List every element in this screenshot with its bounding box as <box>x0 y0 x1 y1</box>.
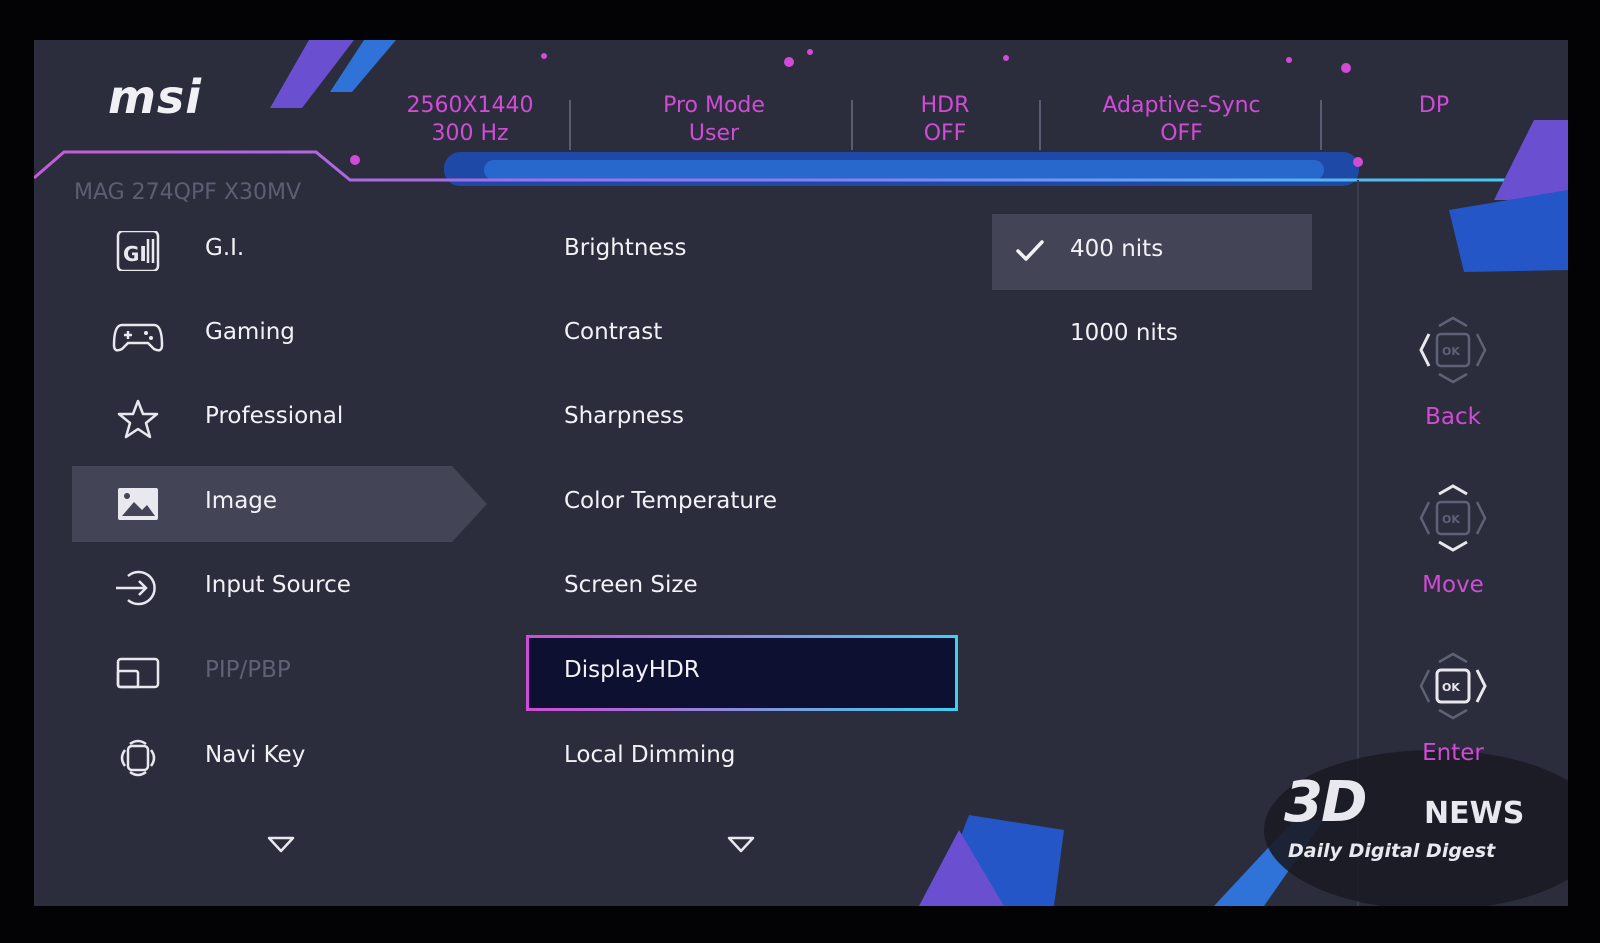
menu-item-professional[interactable]: Professional <box>72 381 472 457</box>
submenu-item-label: Color Temperature <box>564 488 778 514</box>
submenu-item-label: Contrast <box>564 319 663 345</box>
option-label: 1000 nits <box>1070 320 1178 346</box>
svg-text:GI: GI <box>123 242 147 266</box>
watermark-tagline: Daily Digital Digest <box>1288 840 1496 862</box>
menu-item-label: Input Source <box>205 572 351 598</box>
menu-item-gaming[interactable]: Gaming <box>72 297 472 373</box>
menu-item-label: Image <box>205 488 278 514</box>
status-divider <box>1320 100 1322 150</box>
menu-item-label: Navi Key <box>205 742 306 768</box>
option-label: 400 nits <box>1070 236 1164 262</box>
key-guide-move: OK Move <box>1408 478 1498 598</box>
menu-item-label: Professional <box>205 403 344 429</box>
menu-item-navi-key[interactable]: Navi Key <box>72 720 472 796</box>
key-guide-label: Move <box>1422 572 1484 598</box>
key-guide-label: Back <box>1425 404 1481 430</box>
chevron-down-icon[interactable] <box>266 835 296 855</box>
navi-key-icon <box>120 739 156 777</box>
watermark-logo: 3D <box>1284 770 1367 835</box>
star-icon <box>117 399 159 439</box>
svg-text:OK: OK <box>1442 513 1460 526</box>
status-divider <box>1039 100 1041 150</box>
menu-item-label: PIP/PBP <box>205 657 291 683</box>
image-icon <box>118 488 158 520</box>
submenu-item-brightness[interactable]: Brightness <box>526 213 958 289</box>
key-guide-label: Enter <box>1422 740 1484 766</box>
watermark-news: NEWS <box>1424 796 1525 831</box>
input-source-icon <box>116 570 156 606</box>
option-1000-nits[interactable]: 1000 nits <box>992 298 1312 374</box>
menu-item-gi[interactable]: GI G.I. <box>72 213 472 289</box>
status-divider <box>569 100 571 150</box>
osd-screen: msi 2560X1440 300 Hz Pro Mode User HDR O… <box>34 40 1568 906</box>
status-pro-mode: Pro Mode User <box>663 93 765 146</box>
status-resolution: 2560X1440 300 Hz <box>406 93 534 146</box>
svg-text:OK: OK <box>1442 345 1460 358</box>
submenu-item-label: Sharpness <box>564 403 685 429</box>
check-icon <box>1016 240 1044 261</box>
submenu-item-displayhdr[interactable]: DisplayHDR <box>526 635 958 711</box>
status-input-dp: DP <box>1418 93 1450 118</box>
joystick-back-icon: OK <box>1419 316 1487 384</box>
submenu-item-label: Screen Size <box>564 572 698 598</box>
submenu-item-sharpness[interactable]: Sharpness <box>526 381 958 457</box>
key-guide-back: OK Back <box>1408 310 1498 430</box>
joystick-move-icon: OK <box>1419 484 1487 552</box>
status-adaptive-sync: Adaptive-Sync OFF <box>1102 93 1261 146</box>
pip-icon <box>116 657 160 689</box>
option-400-nits[interactable]: 400 nits <box>992 214 1312 290</box>
model-name: MAG 274QPF X30MV <box>74 180 302 205</box>
submenu-item-label: Brightness <box>564 235 687 261</box>
3dnews-watermark: 3D NEWS Daily Digital Digest <box>1284 770 1554 880</box>
submenu-item-local-dimming[interactable]: Local Dimming <box>526 720 958 796</box>
menu-item-label: Gaming <box>205 319 295 345</box>
status-hdr: HDR OFF <box>920 93 970 146</box>
submenu-item-contrast[interactable]: Contrast <box>526 297 958 373</box>
gamepad-icon <box>112 323 164 352</box>
svg-text:OK: OK <box>1442 681 1460 694</box>
menu-item-label: G.I. <box>205 235 245 261</box>
gi-icon: GI <box>116 231 160 271</box>
menu-item-input-source[interactable]: Input Source <box>72 550 472 626</box>
status-divider <box>851 100 853 150</box>
submenu-item-label: DisplayHDR <box>564 657 700 683</box>
msi-logo: msi <box>108 70 203 124</box>
menu-item-image[interactable]: Image <box>72 466 487 542</box>
key-guide-enter: OK Enter <box>1408 646 1498 766</box>
chevron-down-icon[interactable] <box>726 835 756 855</box>
submenu-item-label: Local Dimming <box>564 742 736 768</box>
joystick-enter-icon: OK <box>1419 652 1487 720</box>
menu-item-pip-pbp[interactable]: PIP/PBP <box>72 635 472 711</box>
submenu-item-color-temperature[interactable]: Color Temperature <box>526 466 958 542</box>
submenu-item-screen-size[interactable]: Screen Size <box>526 550 958 626</box>
